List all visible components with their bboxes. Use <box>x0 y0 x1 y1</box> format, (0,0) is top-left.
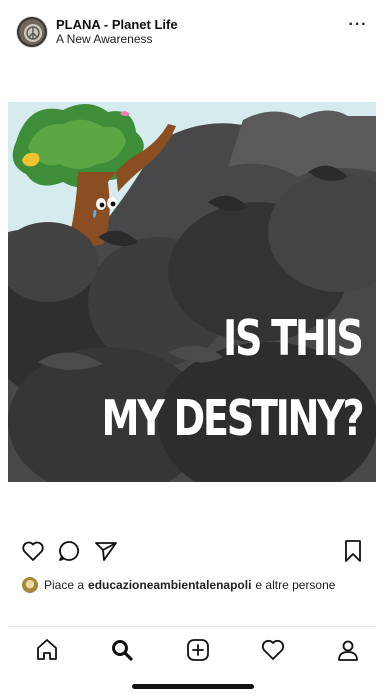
comment-icon[interactable] <box>56 538 82 564</box>
bottom-nav <box>8 632 376 668</box>
search-icon[interactable] <box>108 636 136 664</box>
home-icon[interactable] <box>33 636 61 664</box>
account-name[interactable]: PLANA - Planet Life <box>56 17 178 32</box>
bookmark-icon[interactable] <box>340 538 366 564</box>
paper-plane-icon[interactable] <box>93 538 119 564</box>
post-header: PLANA - Planet Life A New Awareness ··· <box>8 8 376 56</box>
account-avatar[interactable] <box>16 16 48 48</box>
account-subtitle[interactable]: A New Awareness <box>56 32 153 46</box>
post-frame: PLANA - Planet Life A New Awareness ··· <box>8 8 376 689</box>
likes-prefix: Piace a <box>44 578 85 592</box>
nav-divider <box>8 626 376 627</box>
likes-summary[interactable]: Piace a educazioneambientalenapoli e alt… <box>22 576 339 594</box>
post-image[interactable]: IS THIS MY DESTINY? <box>8 102 376 482</box>
plus-square-icon[interactable] <box>184 636 212 664</box>
image-text-line2: MY DESTINY? <box>101 390 364 447</box>
profile-icon[interactable] <box>334 636 362 664</box>
post-actions <box>8 538 376 568</box>
home-indicator <box>132 684 254 689</box>
liker-avatar <box>22 577 38 593</box>
heart-icon[interactable] <box>20 538 46 564</box>
image-text-line1: IS THIS <box>223 310 365 367</box>
likes-suffix: e altre persone <box>255 578 336 592</box>
avatar-image <box>24 24 42 42</box>
more-dots-icon[interactable]: ··· <box>348 17 368 36</box>
heart-icon[interactable] <box>259 636 287 664</box>
likes-user[interactable]: educazioneambientalenapoli <box>88 578 251 592</box>
